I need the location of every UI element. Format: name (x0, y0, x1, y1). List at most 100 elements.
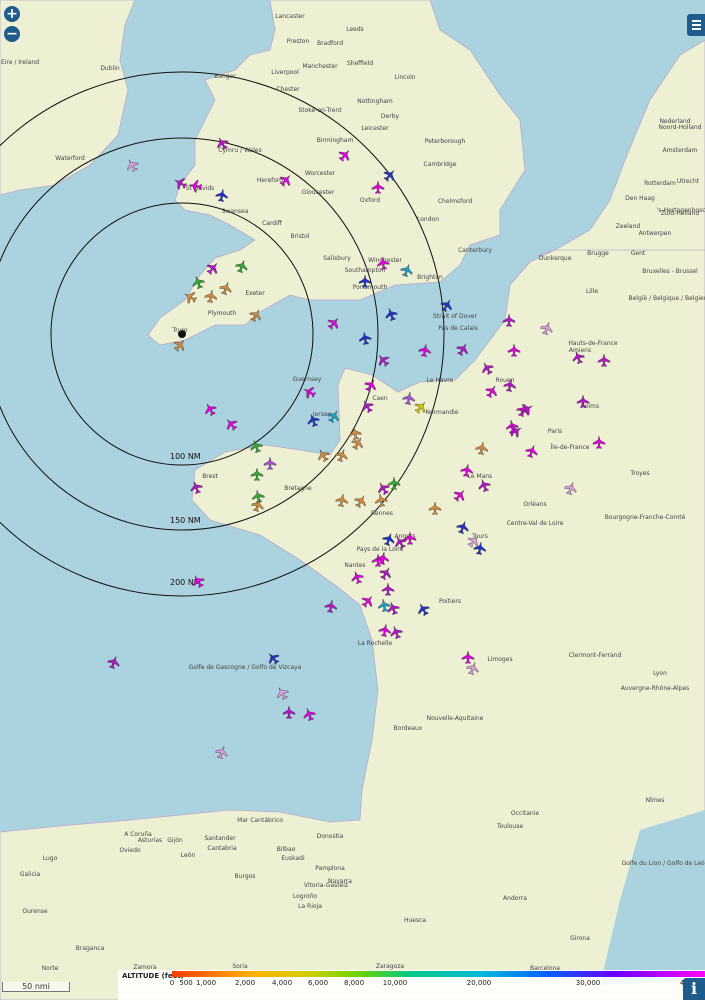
place-label: Rennes (371, 510, 393, 517)
place-label: Plymouth (208, 310, 237, 317)
place-label: Occitanie (511, 810, 539, 817)
place-label: Lugo (43, 855, 58, 862)
place-label: Preston (287, 38, 310, 45)
place-label: Guernsey (293, 376, 322, 383)
place-label: Gent (631, 250, 646, 257)
place-label: Exeter (245, 290, 265, 297)
scale-bar: 50 nmi (2, 982, 70, 992)
place-label: Chester (276, 86, 300, 93)
legend-tick: 6,000 (307, 979, 329, 987)
place-label: Pays de la Loire (357, 546, 404, 553)
place-label: Bilbao (277, 846, 296, 853)
place-label: Toulouse (496, 823, 523, 830)
place-label: Antwerpen (639, 230, 672, 237)
altitude-color-bar (172, 971, 705, 977)
place-label: Donostia (317, 833, 344, 840)
place-label: Derby (381, 113, 400, 120)
place-label: Amiens (569, 347, 591, 354)
place-label: Bordeaux (394, 725, 423, 732)
place-label: Birmingham (317, 137, 354, 144)
place-label: Golfe de Gascogne / Golfo de Vizcaya (189, 664, 302, 671)
place-label: Soria (232, 963, 248, 970)
place-label: Troyes (629, 470, 649, 477)
place-label: Zeeland (616, 223, 641, 230)
info-button[interactable]: i (683, 978, 705, 1000)
place-label: Santander (204, 835, 236, 842)
place-label: Galicia (20, 871, 41, 878)
place-label: Bradford (317, 40, 343, 47)
place-label: Cambridge (424, 161, 457, 168)
place-label: Nîmes (646, 797, 665, 804)
place-label: België / Belgique / Belgien (628, 295, 705, 302)
place-label: Sheffield (347, 60, 373, 67)
place-label: Logroño (293, 893, 318, 900)
place-label: Swansea (222, 208, 249, 215)
map-canvas[interactable]: 100 NM 150 NM 200 NM Eire / IrelandDubli… (0, 0, 705, 1000)
place-label: Leicester (361, 125, 389, 132)
place-label: Strait of Dover (433, 313, 477, 320)
place-label: Stoke-on-Trent (298, 107, 342, 114)
place-label: Bristol (290, 233, 309, 240)
place-label: Orléans (523, 501, 546, 508)
place-label: Braganca (76, 945, 105, 952)
place-label: La Rioja (298, 903, 322, 910)
range-label-150: 150 NM (170, 516, 201, 525)
zoom-out-button[interactable]: − (4, 26, 20, 42)
place-label: Lincoln (394, 74, 415, 81)
place-label: Nantes (344, 562, 365, 569)
legend-tick: 8,000 (343, 979, 365, 987)
place-label: Noord-Holland (659, 124, 702, 131)
place-label: Leeds (346, 26, 364, 33)
legend-tick: 20,000 (466, 979, 492, 987)
place-label: Le Mans (468, 473, 493, 480)
place-label: Pas de Calais (438, 325, 477, 332)
place-label: Pamplona (315, 865, 345, 872)
place-label: Amsterdam (663, 147, 698, 154)
legend-tick: 30,000 (575, 979, 601, 987)
place-label: Utrecht (677, 178, 700, 185)
place-label: Cantabria (207, 845, 237, 852)
place-label: Caen (372, 395, 388, 402)
place-label: Ourense (22, 908, 47, 915)
zoom-in-button[interactable]: + (4, 6, 20, 22)
place-label: Dublin (100, 65, 120, 72)
place-label: Lille (586, 288, 598, 295)
place-label: Centre-Val de Loire (507, 520, 564, 527)
place-label: London (417, 216, 439, 223)
place-label: Eire / Ireland (1, 59, 39, 66)
legend-tick: 1,000 (195, 979, 217, 987)
place-label: Gloucester (302, 189, 335, 196)
place-label: Peterborough (425, 138, 466, 145)
place-label: Portsmouth (353, 284, 388, 291)
place-label: Auvergne-Rhône-Alpes (621, 685, 690, 692)
place-label: Lancaster (275, 13, 305, 20)
place-label: Clermont-Ferrand (569, 652, 622, 659)
place-label: Brighton (417, 274, 443, 281)
place-label: La Rochelle (358, 640, 393, 647)
layers-icon[interactable] (687, 14, 705, 36)
legend-tick: 4,000 (271, 979, 293, 987)
range-label-100: 100 NM (170, 452, 201, 461)
place-label: Hereford (257, 177, 283, 184)
altitude-legend: ALTITUDE (feet) 0 500 1,000 2,000 4,000 6,000… (118, 970, 705, 1000)
place-label: Gijón (167, 837, 183, 844)
place-label: Mar Cantábrico (237, 817, 283, 824)
place-label: Le Havre (427, 377, 454, 384)
place-label: Euskadi (281, 855, 305, 862)
place-label: 's-Hertogenbosch (657, 207, 705, 214)
place-label: Norte (42, 965, 59, 972)
legend-tick: 0 (169, 979, 175, 987)
place-label: Waterford (55, 155, 85, 162)
place-label: Dunkerque (539, 255, 572, 262)
place-label: Limoges (487, 656, 512, 663)
place-label: Burgos (235, 873, 256, 880)
place-label: Paris (548, 428, 562, 435)
legend-tick: 500 (179, 979, 193, 987)
place-label: Oviedo (119, 847, 140, 854)
place-label: Worcester (305, 170, 336, 177)
place-label: Île-de-France (551, 444, 590, 451)
place-label: Southampton (345, 267, 386, 274)
place-label: Brest (202, 473, 218, 480)
place-label: Manchester (302, 63, 338, 70)
place-label: Salisbury (323, 255, 351, 262)
